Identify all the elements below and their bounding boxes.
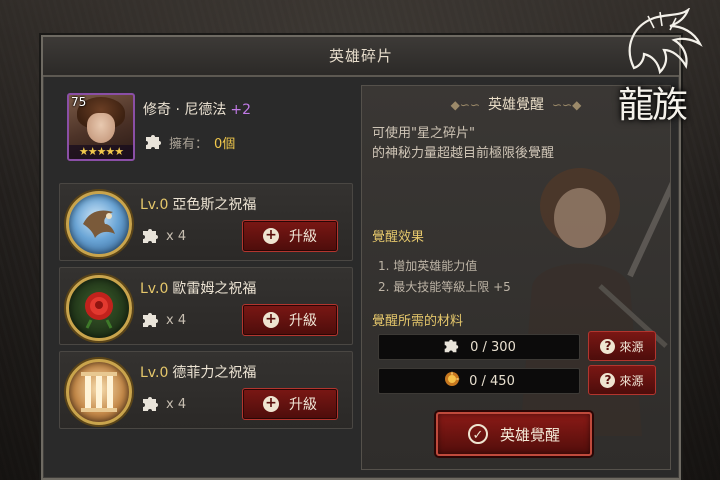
rose-orb-icon [66,275,132,341]
material-value: 0 / 300 [470,339,516,355]
awaken-panel: ◆∽∽ 英雄覺醒 ∽∽◆ 可使用"星之碎片" 的神秘力量超越目前極限後覺醒 覺醒效果… [361,85,671,470]
check-icon: ✓ [467,424,488,444]
blessing-row: Lv.0 德菲力之祝福 x 4 + 升級 [59,351,353,429]
hero-name: 修奇 · 尼德法 [143,102,227,118]
effect-item: 2. 最大技能等級上限 +5 [378,280,511,294]
hero-level: 75 [71,95,87,109]
blessing-qty: x 4 [140,226,186,246]
upgrade-button[interactable]: + 升級 [242,388,338,420]
blessing-title: 歐雷姆之祝福 [172,281,257,297]
material-bar: 0 / 300 [378,334,580,360]
upgrade-label: 升級 [289,229,317,245]
hero-stars: ★★★★★ [69,145,133,159]
hero-plus: +2 [230,102,251,118]
window-title: 英雄碎片 [43,37,679,77]
blessing-name: Lv.0 亞色斯之祝福 [140,194,256,214]
effects-list: 1. 增加英雄能力值 2. 最大技能等級上限 +5 [378,256,511,298]
upgrade-button[interactable]: + 升級 [242,220,338,252]
awaken-button-label: 英雄覺醒 [499,425,560,444]
blessing-qty-value: x 4 [166,228,187,244]
material-row: 0 / 450 ? 來源 [378,365,664,395]
puzzle-icon [140,394,160,414]
hero-portrait[interactable]: 75 ★★★★★ [67,93,135,161]
blessing-qty-value: x 4 [166,312,187,328]
question-icon: ? [600,372,616,388]
source-button[interactable]: ? 來源 [588,365,656,395]
material-value: 0 / 450 [469,373,515,389]
blessing-title: 德菲力之祝福 [172,365,257,381]
awaken-description: 可使用"星之碎片" 的神秘力量超越目前極限後覺醒 [372,124,554,164]
blessing-qty-value: x 4 [166,396,187,412]
blessing-name: Lv.0 歐雷姆之祝福 [140,278,256,298]
puzzle-icon [140,310,160,330]
desc-line-1: 可使用"星之碎片" [372,126,475,141]
gold-shard-icon [443,370,461,392]
blessing-title: 亞色斯之祝福 [172,197,257,213]
game-logo: 龍族 [614,6,710,128]
source-label: 來源 [619,339,644,354]
blessing-level: Lv.0 [140,281,169,297]
blessing-row: Lv.0 亞色斯之祝福 x 4 + 升級 [59,183,353,261]
awaken-title: 英雄覺醒 [488,97,544,113]
upgrade-button[interactable]: + 升級 [242,304,338,336]
hero-awaken-button[interactable]: ✓ 英雄覺醒 [436,412,592,456]
owned-label: 擁有： [169,136,209,152]
blessing-qty: x 4 [140,310,186,330]
ornament-left-icon: ◆∽∽ [450,98,480,112]
puzzle-icon [442,337,462,357]
hero-info: 75 ★★★★★ 修奇 · 尼德法 +2 擁有： 0個 [59,85,351,177]
material-row: 0 / 300 ? 來源 [378,331,664,361]
blessing-level: Lv.0 [140,365,169,381]
portrait-face [87,113,115,143]
blessing-name: Lv.0 德菲力之祝福 [140,362,256,382]
eagle-orb-icon [66,191,132,257]
question-icon: ? [600,338,616,354]
effect-item: 1. 增加英雄能力值 [378,259,478,273]
materials-label: 覺醒所需的材料 [372,314,464,329]
puzzle-icon [143,132,163,152]
source-label: 來源 [619,373,644,388]
ornament-right-icon: ∽∽◆ [552,98,582,112]
upgrade-label: 升級 [289,313,317,329]
blessing-row: Lv.0 歐雷姆之祝福 x 4 + 升級 [59,267,353,345]
puzzle-icon [140,226,160,246]
hero-name-line: 修奇 · 尼德法 +2 [143,99,251,119]
blessing-level: Lv.0 [140,197,169,213]
owned-value: 0個 [214,136,236,152]
material-bar: 0 / 450 [378,368,580,394]
dragon-icon [628,6,703,75]
source-button[interactable]: ? 來源 [588,331,656,361]
effects-label: 覺醒效果 [372,230,425,245]
hero-shard-window: 英雄碎片 75 ★★★★★ 修奇 · 尼德法 +2 擁有： 0個 Lv.0 亞色… [41,35,681,480]
blessing-qty: x 4 [140,394,186,414]
plus-icon: + [263,228,279,244]
plus-icon: + [263,312,279,328]
left-column: 75 ★★★★★ 修奇 · 尼德法 +2 擁有： 0個 Lv.0 亞色斯之祝福 x 4 [59,85,353,468]
logo-text: 龍族 [618,85,688,126]
plus-icon: + [263,396,279,412]
owned-count: 擁有： 0個 [143,131,235,153]
desc-line-2: 的神秘力量超越目前極限後覺醒 [372,146,555,161]
upgrade-label: 升級 [289,397,317,413]
pillar-orb-icon [66,359,132,425]
